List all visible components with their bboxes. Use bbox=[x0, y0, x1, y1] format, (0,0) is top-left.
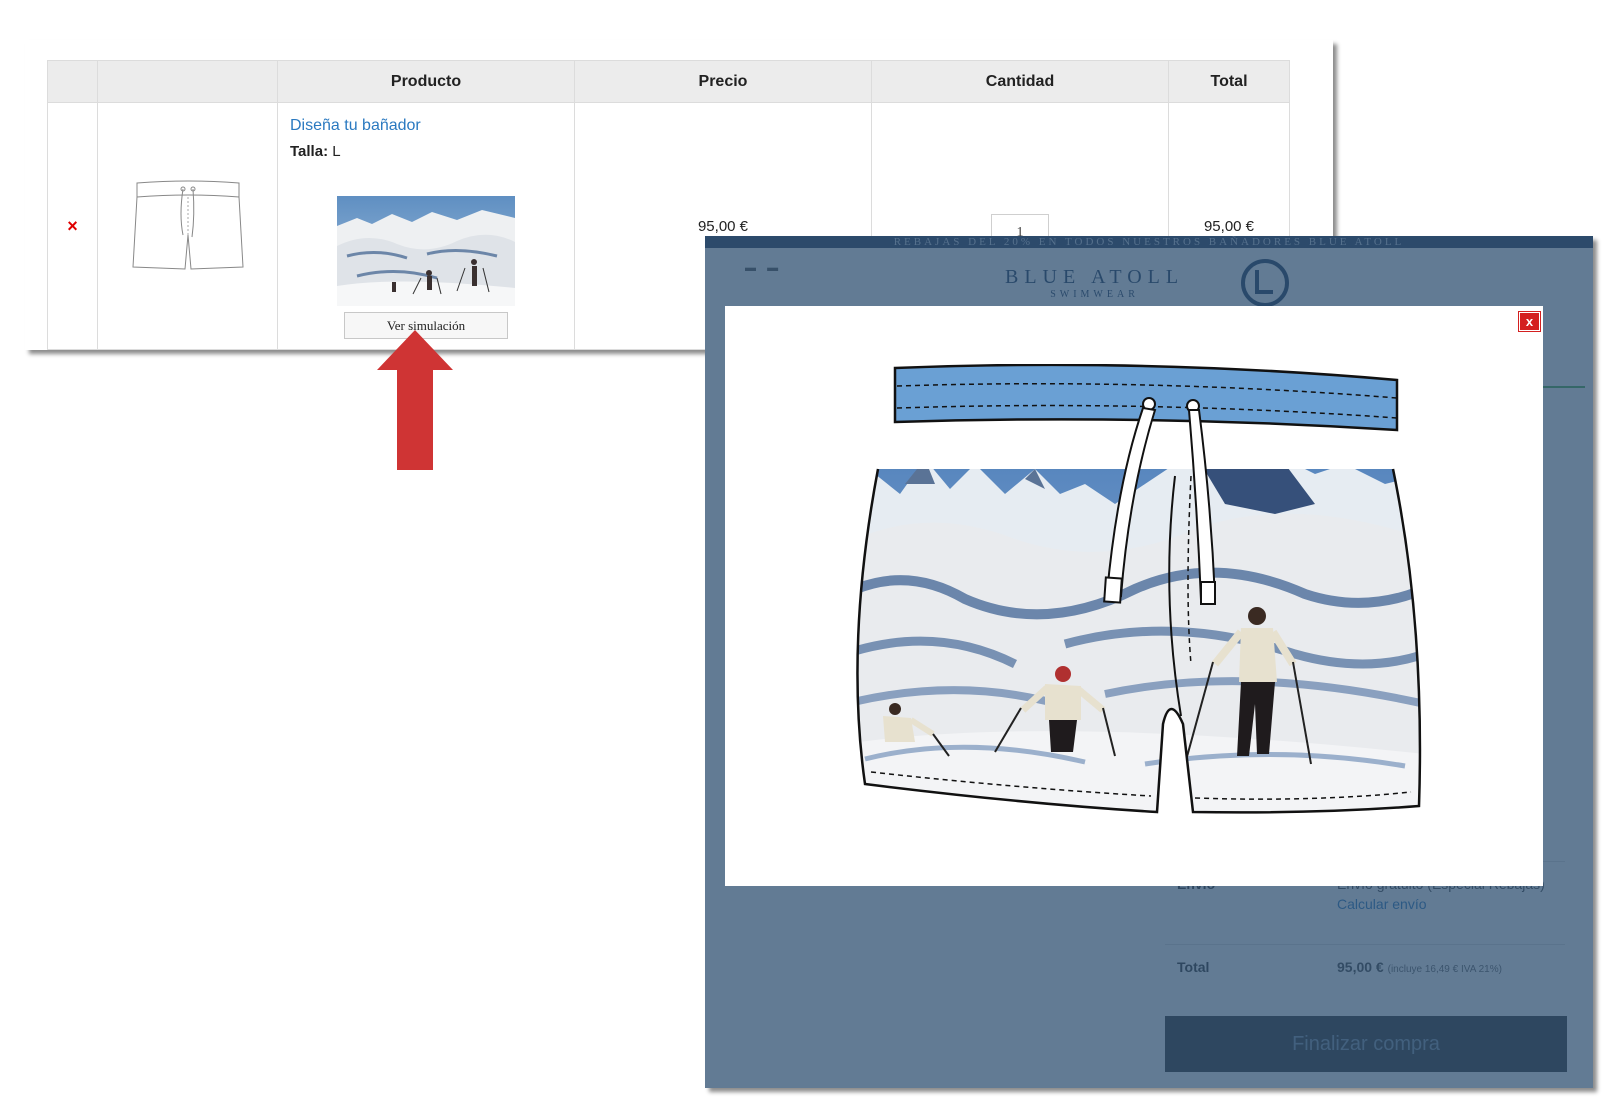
brand-name: BLUE ATOLL bbox=[1005, 266, 1185, 288]
language-selector[interactable]: ▬ ▬ bbox=[745, 262, 786, 274]
header-thumbnail bbox=[97, 60, 278, 103]
close-icon[interactable]: x bbox=[1518, 311, 1541, 332]
swimsuit-simulation-image bbox=[856, 364, 1422, 814]
total-value: 95,00 € bbox=[1337, 959, 1384, 975]
size-value: L bbox=[332, 143, 341, 160]
size-label: Talla: bbox=[290, 143, 329, 160]
remove-item-icon[interactable]: × bbox=[67, 216, 78, 236]
simulation-modal: x bbox=[725, 306, 1543, 886]
header-price: Precio bbox=[574, 60, 872, 103]
total-label: Total bbox=[1177, 959, 1210, 975]
header-remove bbox=[47, 60, 98, 103]
brand-logo-icon[interactable] bbox=[1235, 258, 1295, 308]
shorts-outline-thumbnail[interactable] bbox=[129, 175, 247, 275]
item-price: 95,00 € bbox=[697, 217, 749, 235]
calculate-shipping-link[interactable]: Calcular envío bbox=[1337, 896, 1545, 912]
product-link[interactable]: Diseña tu bañador bbox=[290, 117, 562, 135]
header-quantity: Cantidad bbox=[871, 60, 1169, 103]
header-total: Total bbox=[1168, 60, 1290, 103]
remove-cell: × bbox=[47, 102, 98, 350]
english-flag-icon[interactable]: ▬ bbox=[767, 262, 778, 274]
promo-banner: REBAJAS DEL 20% EN TODOS NUESTROS BAÑADO… bbox=[705, 236, 1593, 248]
total-tax: (incluye 16,49 € IVA 21%) bbox=[1387, 964, 1502, 975]
spanish-flag-icon[interactable]: ▬ bbox=[745, 262, 756, 274]
checkout-button[interactable]: Finalizar compra bbox=[1165, 1016, 1567, 1072]
thumbnail-cell bbox=[97, 102, 278, 350]
design-image-thumbnail bbox=[337, 196, 515, 306]
cart-header-row: Producto Precio Cantidad Total bbox=[47, 60, 1290, 103]
total-row: Total 95,00 € (incluye 16,49 € IVA 21%) bbox=[1165, 944, 1565, 989]
header-product: Producto bbox=[277, 60, 575, 103]
red-arrow-annotation bbox=[377, 330, 453, 470]
item-total: 95,00 € bbox=[1203, 217, 1255, 235]
total-value-block: 95,00 € (incluye 16,49 € IVA 21%) bbox=[1337, 959, 1502, 975]
product-cell: Diseña tu bañador Talla: L Ver simulació… bbox=[277, 102, 575, 350]
brand[interactable]: BLUE ATOLL SWIMWEAR bbox=[1005, 266, 1184, 300]
brand-sub: SWIMWEAR bbox=[1050, 289, 1139, 300]
size-line: Talla: L bbox=[290, 143, 562, 160]
